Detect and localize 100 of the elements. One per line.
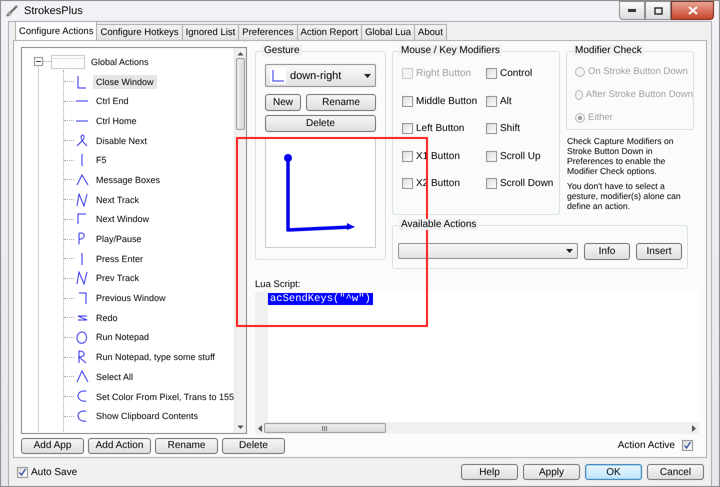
tab[interactable]: Preferences: [238, 24, 298, 40]
scrollbar[interactable]: [234, 48, 246, 433]
checkbox-label: Alt: [500, 96, 512, 107]
tab[interactable]: About: [414, 24, 447, 40]
checkbox[interactable]: [402, 123, 413, 134]
checkbox[interactable]: [486, 96, 497, 107]
scroll-thumb[interactable]: [264, 423, 386, 433]
tree-item[interactable]: Press Enter: [93, 252, 146, 266]
tab[interactable]: Configure Hotkeys: [96, 24, 183, 40]
rename-button[interactable]: Rename: [306, 94, 376, 111]
gesture-icon: [78, 292, 86, 305]
scroll-left-icon: [258, 424, 262, 432]
minimize-icon: [628, 9, 636, 12]
tree-item[interactable]: Show Clipboard Contents: [93, 409, 202, 424]
gesture-icon: [76, 330, 88, 344]
check-icon: [18, 468, 27, 476]
tab[interactable]: Ignored List: [182, 24, 240, 40]
gesture-icon: [75, 100, 89, 102]
tree-item[interactable]: Ctrl Home: [93, 114, 140, 128]
gesture-icon: [77, 74, 87, 89]
maximize-icon: [654, 6, 662, 14]
group-title: Mouse / Key Modifiers: [399, 45, 502, 56]
radio-label: On Stroke Button Down: [588, 66, 688, 77]
group-title: Available Actions: [399, 219, 478, 230]
tree-item[interactable]: Set Color From Pixel, Trans to 155: [93, 390, 234, 404]
cancel-button[interactable]: Cancel: [647, 464, 704, 480]
help-text: You don't have to select a gesture, modifier(s) alone can define an action.: [567, 181, 682, 211]
new-button[interactable]: New: [265, 94, 301, 111]
scroll-thumb[interactable]: [236, 58, 245, 130]
tree-item[interactable]: Ctrl End: [93, 94, 132, 108]
dropdown-arrow-icon: [566, 249, 573, 253]
tree-item[interactable]: Disable Next: [93, 134, 150, 148]
info-button[interactable]: Info: [584, 242, 630, 260]
tree-item[interactable]: Message Boxes: [93, 172, 164, 187]
scroll-down-icon: [237, 425, 244, 430]
tree-item[interactable]: Next Track: [93, 192, 142, 207]
checkbox[interactable]: [486, 68, 497, 80]
gesture-icon: [76, 370, 88, 384]
delete-button[interactable]: Delete: [222, 438, 285, 454]
actions-dropdown[interactable]: [398, 243, 578, 259]
checkbox-label: X1 Button: [416, 150, 460, 162]
tree-item[interactable]: Redo: [93, 310, 121, 325]
tab[interactable]: Configure Actions: [15, 21, 98, 40]
window-title: StrokesPlus: [24, 5, 83, 17]
folder-icon: [51, 54, 85, 69]
tree-item[interactable]: F5: [93, 153, 110, 168]
group-title: Gesture: [262, 45, 302, 56]
checkbox-label: Scroll Down: [500, 178, 554, 190]
minimize-button[interactable]: [619, 1, 645, 20]
apply-button[interactable]: Apply: [523, 464, 580, 480]
code-editor[interactable]: acSendKeys("^w"): [268, 292, 699, 422]
app-icon: [5, 4, 19, 18]
checkbox[interactable]: [486, 178, 497, 190]
help-text: Check Capture Modifiers on Stroke Button Down in Preferences to enable the Modifier Check options.: [567, 136, 675, 176]
maximize-button[interactable]: [645, 1, 671, 20]
tab[interactable]: Action Report: [296, 24, 362, 40]
ok-button[interactable]: OK: [585, 464, 642, 480]
checkbox[interactable]: [486, 150, 497, 162]
checkbox[interactable]: [682, 440, 693, 451]
close-button[interactable]: [671, 1, 714, 20]
checkbox[interactable]: [402, 178, 413, 190]
insert-button[interactable]: Insert: [636, 242, 682, 260]
checkbox-label: Right Button: [416, 68, 472, 80]
horizontal-scrollbar[interactable]: [255, 422, 699, 434]
auto-save-label: Auto Save: [31, 466, 78, 478]
checkbox[interactable]: [486, 123, 497, 134]
gesture-icon: [76, 390, 88, 403]
tree-item[interactable]: Run Notepad: [93, 330, 152, 344]
scroll-right-icon: [692, 424, 696, 432]
gesture-icon: [78, 232, 86, 246]
checkbox[interactable]: [402, 150, 413, 162]
radio-label: After Stroke Button Down: [586, 89, 693, 100]
gesture-icon: [76, 271, 88, 286]
gesture-dropdown[interactable]: down-right: [265, 64, 376, 87]
tree-item[interactable]: Select All: [93, 370, 136, 384]
tree-item[interactable]: Global Actions: [88, 54, 152, 69]
add-action-button[interactable]: Add Action: [88, 438, 151, 454]
gesture-icon: [76, 314, 88, 321]
dropdown-arrow-icon: [364, 74, 371, 78]
close-icon: [688, 6, 698, 15]
checkbox[interactable]: [17, 466, 28, 478]
tree-item[interactable]: Previous Window: [93, 291, 169, 306]
tree-item[interactable]: Prev Track: [93, 271, 142, 286]
tree-item[interactable]: Run Notepad, type some stuff: [93, 350, 218, 364]
checkbox-label: Middle Button: [416, 96, 478, 107]
collapse-toggle[interactable]: [34, 57, 43, 66]
checkbox[interactable]: [402, 96, 413, 107]
tree-item[interactable]: Play/Pause: [93, 232, 145, 246]
delete-button[interactable]: Delete: [265, 115, 376, 132]
add-app-button[interactable]: Add App: [21, 438, 84, 454]
gesture-icon: [76, 174, 88, 186]
gesture-icon: [75, 120, 89, 122]
radio-label: Either: [588, 112, 613, 123]
minus-icon: [36, 59, 41, 64]
tree-item[interactable]: Next Window: [93, 212, 152, 226]
rename-button[interactable]: Rename: [155, 438, 218, 454]
tree-item[interactable]: Close Window: [93, 74, 157, 89]
help-button[interactable]: Help: [461, 464, 518, 480]
tab[interactable]: Global Lua: [361, 24, 416, 40]
checkbox-label: Scroll Up: [500, 150, 541, 162]
